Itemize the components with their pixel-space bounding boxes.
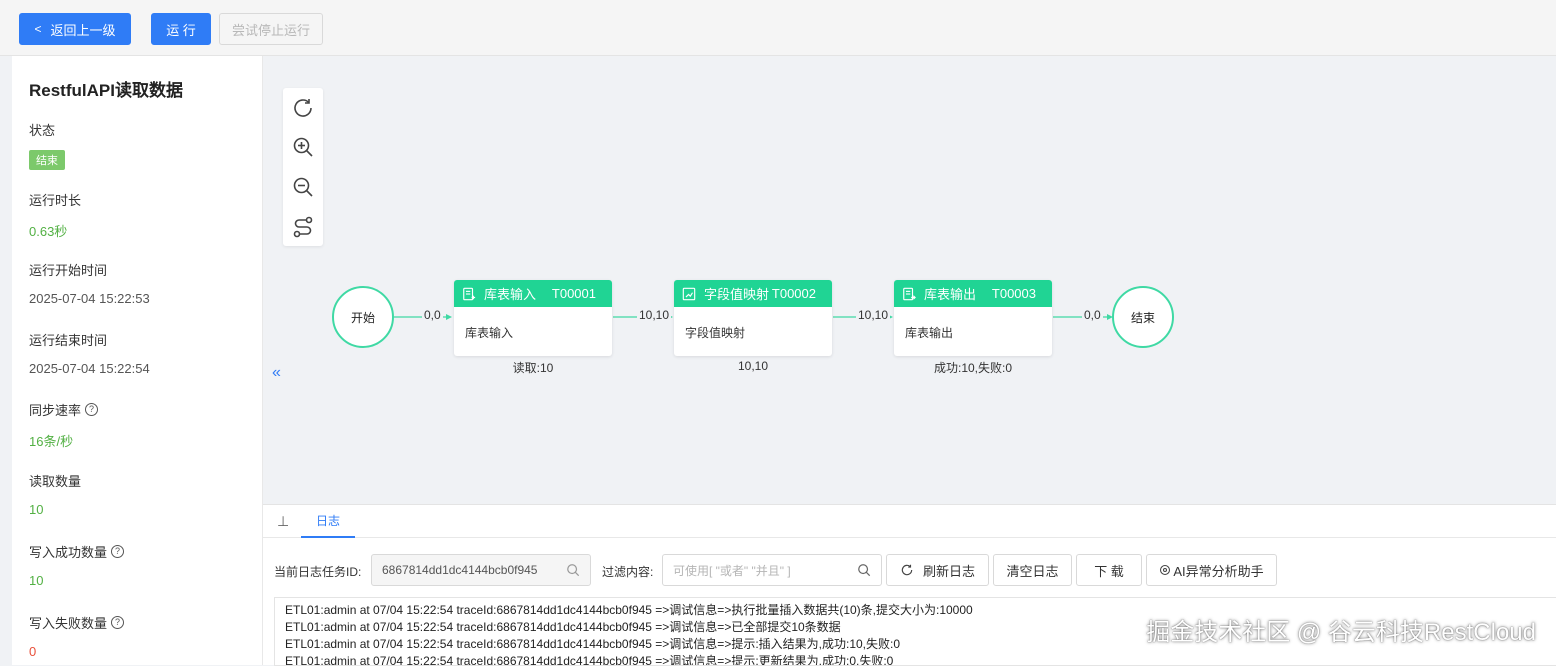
search-icon[interactable] xyxy=(857,563,871,577)
duration-label: 运行时长 xyxy=(29,193,82,208)
field-mapping-icon xyxy=(682,287,696,300)
write-fail-label-row: 写入失败数量 ? xyxy=(29,613,125,632)
duration-value: 0.63秒 xyxy=(29,224,68,239)
write-fail-value: 0 xyxy=(29,644,37,659)
read-count-value: 10 xyxy=(29,502,44,517)
help-icon[interactable]: ? xyxy=(111,616,125,629)
edge-label: 10,10 xyxy=(637,308,672,322)
node-header: 库表输入 T00001 xyxy=(454,280,612,307)
node-name: 字段值映射 xyxy=(704,287,770,302)
write-fail-label: 写入失败数量 xyxy=(29,616,108,631)
write-success-label: 写入成功数量 xyxy=(29,545,108,560)
refresh-icon xyxy=(901,564,913,576)
help-icon[interactable]: ? xyxy=(85,403,99,416)
node-body: 库表输出 xyxy=(905,326,954,340)
sync-rate-label: 同步速率 xyxy=(29,403,82,418)
log-panel: ⊥ 日志 当前日志任务ID: 6867814dd1dc4144bcb0f945 … xyxy=(263,504,1556,666)
flow-canvas[interactable]: 0,0 10,10 10,10 0,0 开始 库表输入 T00001 库表输入 … xyxy=(263,56,1556,504)
node-stat: 10,10 xyxy=(737,359,769,373)
task-id-field[interactable]: 6867814dd1dc4144bcb0f945 xyxy=(371,554,591,586)
flow-node-table-output[interactable]: 库表输出 T00003 库表输出 xyxy=(894,280,1052,356)
edge-label: 0,0 xyxy=(1082,308,1103,322)
start-node[interactable]: 开始 xyxy=(332,286,394,348)
start-time-value: 2025-07-04 15:22:53 xyxy=(29,291,150,306)
filter-label: 过滤内容: xyxy=(602,565,654,579)
table-input-icon xyxy=(463,287,476,300)
node-name: 库表输出 xyxy=(924,287,977,302)
node-code: T00003 xyxy=(991,286,1036,301)
node-code: T00002 xyxy=(771,286,816,301)
task-id-label: 当前日志任务ID: xyxy=(274,565,362,579)
filter-input[interactable]: 可使用[ "或者" "并且" ] xyxy=(662,554,882,586)
end-time-value: 2025-07-04 15:22:54 xyxy=(29,361,150,376)
download-button[interactable]: 下 载 xyxy=(1076,554,1142,586)
task-id-value: 6867814dd1dc4144bcb0f945 xyxy=(382,563,538,577)
start-time-label: 运行开始时间 xyxy=(29,263,108,278)
task-title: RestfulAPI读取数据 xyxy=(29,81,183,100)
log-line: ETL01:admin at 07/04 15:22:54 traceId:68… xyxy=(285,654,894,666)
help-icon[interactable]: ? xyxy=(111,545,125,558)
top-toolbar: < 返回上一级 运 行 尝试停止运行 xyxy=(0,0,1556,56)
sync-rate-label-row: 同步速率 ? xyxy=(29,400,99,419)
filter-placeholder: 可使用[ "或者" "并且" ] xyxy=(673,563,791,578)
search-icon xyxy=(567,564,580,577)
flow-node-table-input[interactable]: 库表输入 T00001 库表输入 xyxy=(454,280,612,356)
node-code: T00001 xyxy=(551,286,596,301)
clear-log-button[interactable]: 清空日志 xyxy=(993,554,1072,586)
node-header: 库表输出 T00003 xyxy=(894,280,1052,307)
node-body: 字段值映射 xyxy=(685,326,746,340)
node-name: 库表输入 xyxy=(484,287,537,302)
sync-rate-value: 16条/秒 xyxy=(29,434,74,449)
collapse-sidebar-icon[interactable]: « xyxy=(272,364,281,382)
download-arrow-icon[interactable]: ⊥ xyxy=(277,513,289,530)
run-button[interactable]: 运 行 xyxy=(151,13,211,45)
refresh-log-label: 刷新日志 xyxy=(922,563,975,579)
flow-node-field-mapping[interactable]: 字段值映射 T00002 字段值映射 xyxy=(674,280,832,356)
status-badge: 结束 xyxy=(29,150,65,170)
edge-arrow xyxy=(446,314,452,320)
ai-assistant-label: AI异常分析助手 xyxy=(1173,563,1264,579)
node-stat: 读取:10 xyxy=(512,361,554,375)
write-success-value: 10 xyxy=(29,573,44,588)
node-body: 库表输入 xyxy=(465,326,514,340)
back-button[interactable]: < 返回上一级 xyxy=(19,13,131,45)
chevron-left-icon: < xyxy=(34,22,42,36)
node-stat: 成功:10,失败:0 xyxy=(933,361,1013,375)
ai-assistant-button[interactable]: AI异常分析助手 xyxy=(1146,554,1277,586)
status-label: 状态 xyxy=(29,123,56,138)
read-count-label: 读取数量 xyxy=(29,474,82,489)
run-info-panel: RestfulAPI读取数据 状态 结束 运行时长 0.63秒 运行开始时间 2… xyxy=(12,56,263,665)
watermark: 掘金技术社区 @ 谷云科技RestCloud xyxy=(1146,619,1536,646)
edge-label: 0,0 xyxy=(422,308,443,322)
end-node[interactable]: 结束 xyxy=(1112,286,1174,348)
tab-log[interactable]: 日志 xyxy=(301,505,355,538)
refresh-log-button[interactable]: 刷新日志 xyxy=(886,554,989,586)
edge-label: 10,10 xyxy=(856,308,891,322)
node-header: 字段值映射 T00002 xyxy=(674,280,832,307)
stop-run-button[interactable]: 尝试停止运行 xyxy=(219,13,323,45)
back-button-label: 返回上一级 xyxy=(50,22,116,38)
table-output-icon xyxy=(903,287,916,300)
write-success-label-row: 写入成功数量 ? xyxy=(29,542,125,561)
log-tabs: ⊥ 日志 xyxy=(263,505,1556,538)
end-time-label: 运行结束时间 xyxy=(29,333,108,348)
ai-icon xyxy=(1160,564,1171,576)
